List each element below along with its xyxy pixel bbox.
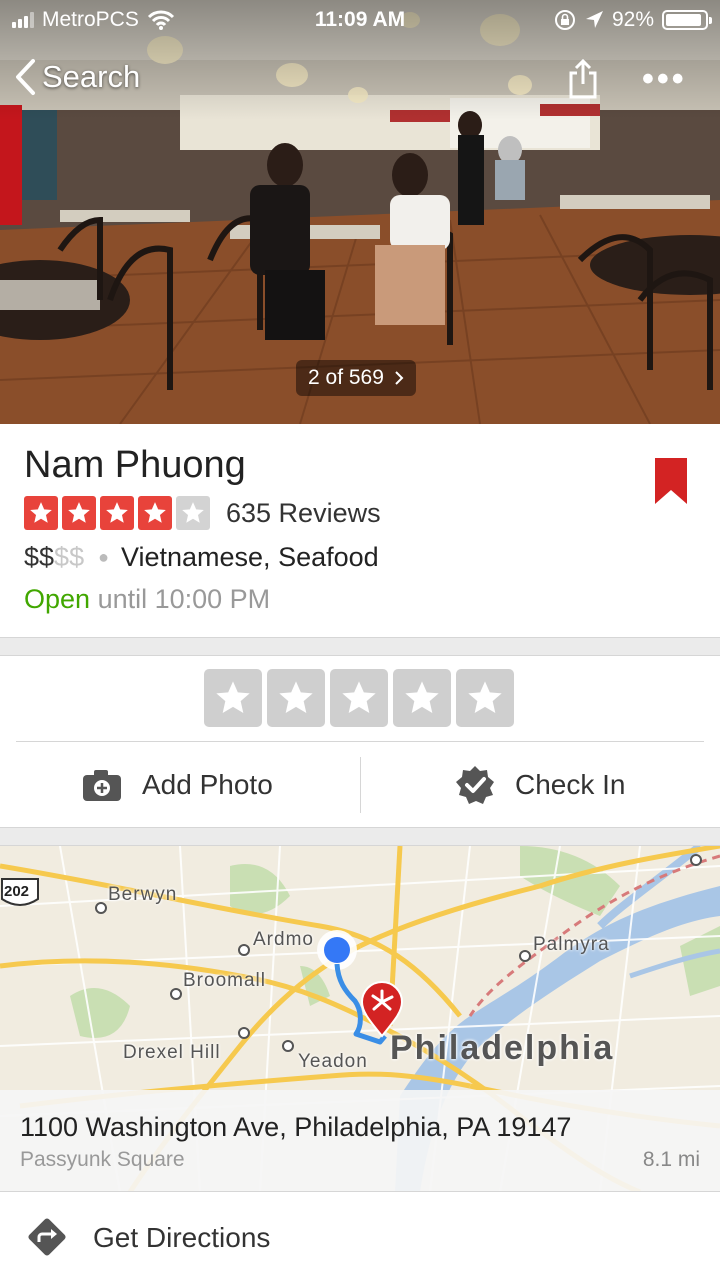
- review-count: 635 Reviews: [226, 497, 381, 528]
- hours-text: until 10:00 PM: [97, 584, 271, 614]
- get-directions-label: Get Directions: [93, 1222, 271, 1253]
- get-directions-row[interactable]: Get Directions: [0, 1191, 720, 1281]
- chevron-left-icon: [16, 59, 35, 95]
- actions-card: Add Photo Check In: [0, 655, 720, 828]
- price-level-inactive: $$: [54, 542, 85, 572]
- address-panel[interactable]: 1100 Washington Ave, Philadelphia, PA 19…: [0, 1090, 720, 1191]
- check-in-label: Check In: [515, 769, 626, 800]
- address: 1100 Washington Ave, Philadelphia, PA 19…: [20, 1112, 572, 1142]
- rotation-lock-icon: [554, 10, 575, 30]
- bookmark-button[interactable]: [655, 458, 687, 509]
- chevron-right-icon: [395, 371, 404, 385]
- rate-star-2[interactable]: [267, 669, 325, 727]
- map-label-palmyra: Palmyra: [533, 934, 610, 955]
- divider: [360, 757, 361, 813]
- star-filled-icon: [138, 496, 172, 530]
- separator-dot: ●: [98, 547, 109, 567]
- map-label-broomall: Broomall: [183, 970, 266, 991]
- rating-row[interactable]: 635 Reviews: [24, 496, 381, 530]
- bookmark-icon: [655, 458, 687, 504]
- rate-star-5[interactable]: [456, 669, 514, 727]
- map-label-drexel-hill: Drexel Hill: [123, 1042, 221, 1063]
- price-level: $$: [24, 542, 55, 572]
- check-in-button[interactable]: Check In: [455, 742, 626, 828]
- map-label-yeadon: Yeadon: [298, 1051, 368, 1072]
- share-icon: [569, 58, 597, 99]
- photo-gallery[interactable]: MetroPCS 11:09 AM 92% Search ••• 2 of 56…: [0, 0, 720, 424]
- distance: 8.1 mi: [642, 1148, 700, 1171]
- location-arrow-icon: [585, 11, 603, 28]
- route-202-label: 202: [4, 883, 30, 900]
- photo-counter[interactable]: 2 of 569: [296, 360, 416, 396]
- star-filled-icon: [100, 496, 134, 530]
- directions-icon: [26, 1216, 68, 1263]
- star-rating: [24, 496, 210, 530]
- business-info-card: Nam Phuong 635 Reviews $$ $$ ● Vietnamese…: [0, 424, 720, 638]
- battery-icon: [662, 10, 712, 30]
- camera-icon: [83, 770, 121, 801]
- back-button[interactable]: Search: [14, 58, 140, 96]
- rate-this-place[interactable]: [204, 669, 514, 727]
- star-filled-icon: [24, 496, 58, 530]
- share-button[interactable]: [566, 58, 600, 105]
- more-options-button[interactable]: •••: [642, 60, 687, 99]
- more-icon: •••: [642, 60, 687, 98]
- status-bar: MetroPCS 11:09 AM 92%: [0, 0, 720, 40]
- map-view[interactable]: 202 Berwyn Ardmo Palmyra Broomall Drexel…: [0, 845, 720, 1191]
- photo-counter-label: 2 of 569: [308, 366, 384, 389]
- open-status: Open: [24, 584, 91, 614]
- map-label-philadelphia: Philadelphia: [390, 1029, 615, 1067]
- add-photo-button[interactable]: Add Photo: [82, 742, 273, 828]
- hours-row[interactable]: Open until 10:00 PM: [24, 584, 270, 615]
- categories[interactable]: Vietnamese, Seafood: [121, 542, 379, 573]
- star-empty-icon: [176, 496, 210, 530]
- map-label-berwyn: Berwyn: [108, 884, 178, 905]
- back-label: Search: [42, 59, 141, 94]
- neighborhood: Passyunk Square: [20, 1148, 185, 1171]
- rate-star-1[interactable]: [204, 669, 262, 727]
- meta-row: $$ $$ ● Vietnamese, Seafood: [24, 542, 379, 573]
- battery-percent: 92%: [611, 8, 654, 31]
- add-photo-label: Add Photo: [142, 769, 273, 800]
- nav-bar: Search •••: [0, 52, 720, 108]
- check-in-badge-icon: [456, 766, 494, 804]
- star-filled-icon: [62, 496, 96, 530]
- map-label-ardmore: Ardmo: [253, 929, 314, 950]
- business-name: Nam Phuong: [24, 444, 246, 486]
- rate-star-3[interactable]: [330, 669, 388, 727]
- rate-star-4[interactable]: [393, 669, 451, 727]
